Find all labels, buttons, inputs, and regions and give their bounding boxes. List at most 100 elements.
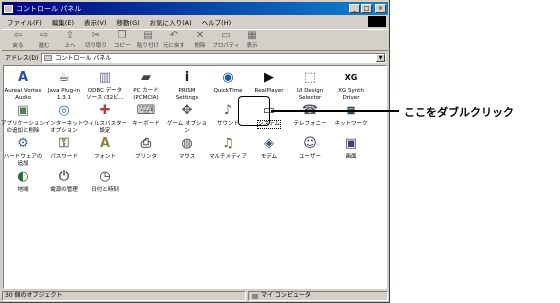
close-button[interactable]: ×: [375, 4, 386, 13]
item-label: Java Plug-in 1.3.1: [47, 88, 81, 101]
menu-file[interactable]: ファイル(F): [2, 17, 47, 27]
power-icon: ⏻: [58, 168, 70, 184]
properties-label: プロパティ: [212, 43, 240, 49]
delete-x-icon: ✕: [195, 30, 205, 41]
xgsoft-icon: XG: [344, 72, 358, 82]
control-panel-item-realplayer[interactable]: ▶ RealPlayer: [247, 68, 291, 95]
views-button[interactable]: ▦ 表示: [240, 30, 264, 49]
control-panel-item-network[interactable]: ⧈ネットワーク: [329, 101, 373, 128]
item-label: プリンタ: [134, 154, 157, 160]
item-label: 電源の管理: [50, 187, 78, 193]
control-panel-item-keyboard[interactable]: ⌨ キーボード: [124, 101, 168, 128]
computer-icon: [252, 293, 258, 299]
forward-button[interactable]: ⇨ 進む: [32, 30, 56, 49]
toolbar: ⇦ 戻る ⇨ 進む ⇧ 上へ ✂ 切り取り ❐ コピー ▤ 貼り付け ↶ 元に戻す ✕ 削除 ▭…: [2, 29, 388, 51]
item-label: マルチメディア: [208, 154, 248, 160]
views-icon: ▦: [247, 30, 257, 41]
undo-icon: ↶: [169, 30, 179, 41]
item-label: フォント: [93, 154, 116, 160]
title-bar[interactable]: コントロール パネル _ □ ×: [2, 2, 388, 15]
item-label: ハードウェアの 追加: [3, 154, 43, 167]
control-panel-item-fonts[interactable]: A フォント: [83, 134, 127, 161]
control-panel-item-modem[interactable]: ◈ モデム: [247, 134, 291, 161]
control-panel-item-pccard[interactable]: ▰ PC カード (PCMCIA): [124, 68, 168, 101]
control-panel-item-internet[interactable]: ◎ インターネット オプション: [42, 101, 86, 134]
cut-label: 切り取り: [84, 43, 107, 49]
control-panel-item-virus[interactable]: ✚ ウィルスバスター 設定: [83, 101, 127, 134]
cut-button[interactable]: ✂ 切り取り: [84, 30, 108, 49]
back-button[interactable]: ⇦ 戻る: [6, 30, 30, 49]
minimize-button[interactable]: _: [349, 4, 360, 13]
uidesign-icon: ⬚: [303, 69, 317, 85]
address-value: コントロール パネル: [55, 55, 112, 62]
callout-text: ここをダブルクリック: [404, 106, 514, 119]
paste-label: 貼り付け: [136, 43, 159, 49]
item-label: アプリケーション の追加と削除: [1, 121, 45, 134]
address-dropdown-icon[interactable]: ▼: [376, 53, 385, 62]
undo-label: 元に戻す: [162, 43, 185, 49]
control-panel-item-quicktime[interactable]: ◉ QuickTime: [206, 68, 250, 95]
paste-button[interactable]: ▤ 貼り付け: [136, 30, 160, 49]
address-bar: アドレス(D) コントロール パネル ▼: [2, 52, 388, 63]
control-panel-item-users[interactable]: ☺ ユーザー: [288, 134, 332, 161]
addremove-icon: ▣: [16, 102, 30, 118]
item-label: ゲーム オプション: [166, 121, 208, 134]
item-label: PRISM Settings: [175, 88, 199, 101]
menu-edit[interactable]: 編集(E): [47, 17, 79, 27]
control-panel-item-password[interactable]: ⚿ パスワード: [42, 134, 86, 161]
pccard-icon: ▰: [141, 69, 151, 85]
control-panel-icon: [4, 4, 13, 13]
undo-button[interactable]: ↶ 元に戻す: [162, 30, 186, 49]
item-label: 画面: [345, 154, 357, 160]
maximize-button[interactable]: □: [361, 4, 372, 13]
menu-bar: ファイル(F) 編集(E) 表示(V) 移動(G) お気に入り(A) ヘルプ(H…: [2, 16, 388, 28]
item-label: マウス: [178, 154, 196, 160]
system-highlight-box: [238, 96, 270, 126]
menu-help[interactable]: ヘルプ(H): [197, 17, 236, 27]
address-field[interactable]: コントロール パネル ▼: [41, 52, 386, 63]
control-panel-item-java[interactable]: ☕ Java Plug-in 1.3.1: [42, 68, 86, 101]
control-panel-item-display[interactable]: ▣ 画面: [329, 134, 373, 161]
control-panel-item-power[interactable]: ⏻ 電源の管理: [42, 167, 86, 194]
internet-icon: ◎: [58, 102, 70, 118]
item-label: 日付と時刻: [91, 187, 119, 193]
menu-go[interactable]: 移動(G): [112, 17, 145, 27]
fonts-icon: A: [99, 135, 111, 151]
item-label: キーボード: [132, 121, 160, 127]
control-panel-item-mouse[interactable]: ◍ マウス: [165, 134, 209, 161]
control-panel-item-game[interactable]: ✥ ゲーム オプション: [165, 101, 209, 134]
item-label: ネットワーク: [334, 121, 368, 127]
forward-label: 進む: [38, 43, 50, 49]
control-panel-item-audio[interactable]: A Aureal Vortex Audio: [1, 68, 45, 101]
control-panel-item-printers[interactable]: ⎙ プリンタ: [124, 134, 168, 161]
forward-arrow-icon: ⇨: [39, 30, 49, 41]
item-label: テレフォニー: [293, 121, 327, 127]
control-panel-item-telephony[interactable]: ☎テレフォニー: [288, 101, 332, 128]
copy-button[interactable]: ❐ コピー: [110, 30, 134, 49]
control-panel-item-xgsoft[interactable]: XG XG Synth Driver: [329, 68, 373, 101]
control-panel-item-info[interactable]: i PRISM Settings: [165, 68, 209, 101]
properties-button[interactable]: ▭ プロパティ: [212, 30, 240, 49]
item-label: PC カード (PCMCIA): [133, 88, 159, 101]
control-panel-item-hardware[interactable]: ⚙ ハードウェアの 追加: [1, 134, 45, 167]
control-panel-item-multimedia[interactable]: ♫ マルチメディア: [206, 134, 250, 161]
back-label: 戻る: [12, 43, 24, 49]
up-label: 上へ: [64, 43, 76, 49]
back-arrow-icon: ⇦: [13, 30, 23, 41]
up-folder-icon: ⇧: [65, 30, 75, 41]
menu-favorites[interactable]: お気に入り(A): [145, 17, 197, 27]
views-label: 表示: [246, 43, 258, 49]
menu-view[interactable]: 表示(V): [79, 17, 112, 27]
up-button[interactable]: ⇧ 上へ: [58, 30, 82, 49]
copy-icon: ❐: [117, 30, 127, 41]
control-panel-item-datetime[interactable]: ◷ 日付と時刻: [83, 167, 127, 194]
properties-icon: ▭: [221, 30, 231, 41]
control-panel-small-icon: [44, 54, 53, 61]
delete-button[interactable]: ✕ 削除: [188, 30, 212, 49]
control-panel-item-uidesign[interactable]: ⬚ UI Design Selector: [288, 68, 332, 101]
control-panel-item-addremove[interactable]: ▣ アプリケーション の追加と削除: [1, 101, 45, 134]
quicktime-icon: ◉: [222, 69, 234, 85]
item-label: ODBC データ ソース (32ビ...: [86, 88, 124, 101]
control-panel-item-odbc[interactable]: ▥ ODBC データ ソース (32ビ...: [83, 68, 127, 101]
control-panel-item-regional[interactable]: ◐ 地域: [1, 167, 45, 194]
